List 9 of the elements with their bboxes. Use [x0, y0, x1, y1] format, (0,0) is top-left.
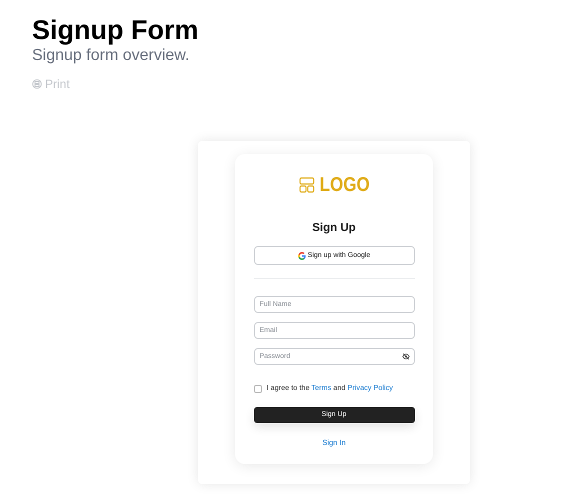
agree-checkbox[interactable] — [254, 384, 262, 393]
page-subtitle: Signup form overview. — [32, 46, 190, 66]
logo-text: LOGO — [319, 173, 370, 198]
form-heading: Sign Up — [312, 221, 356, 236]
google-icon — [298, 252, 306, 260]
printer-icon — [32, 79, 42, 90]
logo-icon — [298, 177, 314, 194]
page-title: Signup Form — [32, 14, 200, 46]
eye-slash-icon[interactable] — [402, 353, 410, 360]
